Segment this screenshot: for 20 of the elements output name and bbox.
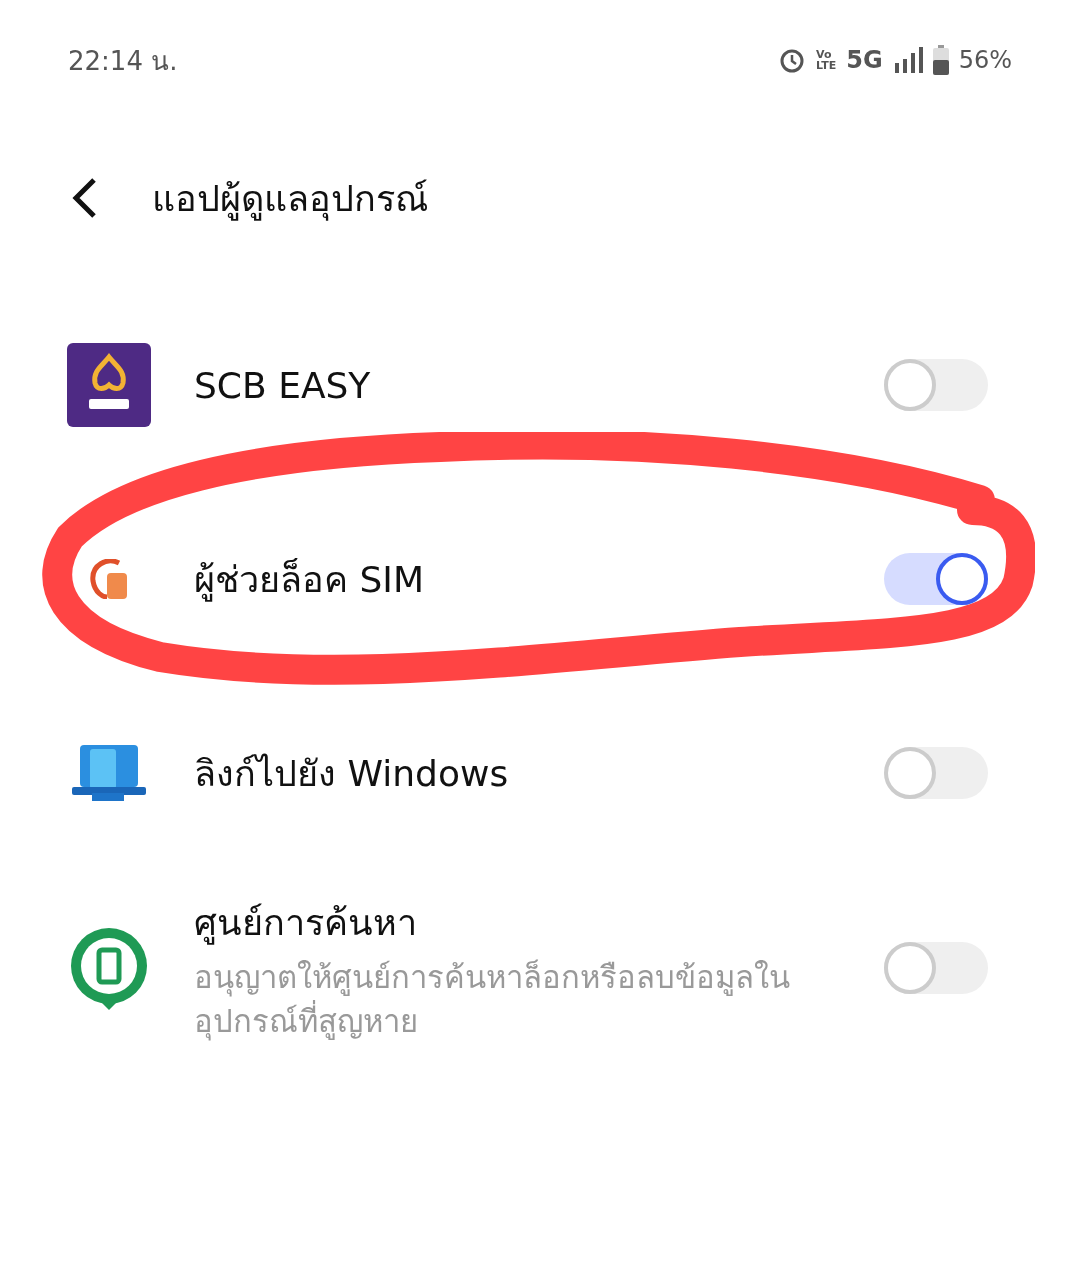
toggle-switch[interactable] bbox=[884, 553, 988, 605]
bank-logo-icon bbox=[67, 343, 151, 427]
phone-pin-icon bbox=[69, 926, 149, 1010]
app-name: ลิงก์ไปยัง Windows bbox=[194, 751, 510, 796]
toggle-switch[interactable] bbox=[884, 942, 988, 994]
laptop-icon bbox=[72, 743, 146, 803]
status-time: 22:14 น. bbox=[68, 44, 178, 78]
toggle-switch[interactable] bbox=[884, 747, 988, 799]
battery-percent: 56% bbox=[958, 46, 1012, 74]
app-name: ผู้ช่วยล็อค SIM bbox=[194, 557, 425, 604]
network-type: 5G bbox=[846, 46, 883, 74]
app-description: อนุญาตให้ศูนย์การค้นหาล็อกหรือลบข้อมูลในอุปกรณ์ที่สูญหาย bbox=[194, 957, 791, 1043]
app-name: SCB EASY bbox=[194, 364, 372, 406]
signal-icon bbox=[892, 47, 923, 73]
phone-shield-icon bbox=[90, 559, 128, 599]
volte-label: Vo LTE bbox=[816, 49, 837, 71]
page-title: แอปผู้ดูแลอุปกรณ์ bbox=[152, 176, 428, 223]
toggle-switch[interactable] bbox=[884, 359, 988, 411]
battery-icon bbox=[932, 45, 949, 75]
app-name: ศูนย์การค้นหา bbox=[194, 900, 418, 947]
